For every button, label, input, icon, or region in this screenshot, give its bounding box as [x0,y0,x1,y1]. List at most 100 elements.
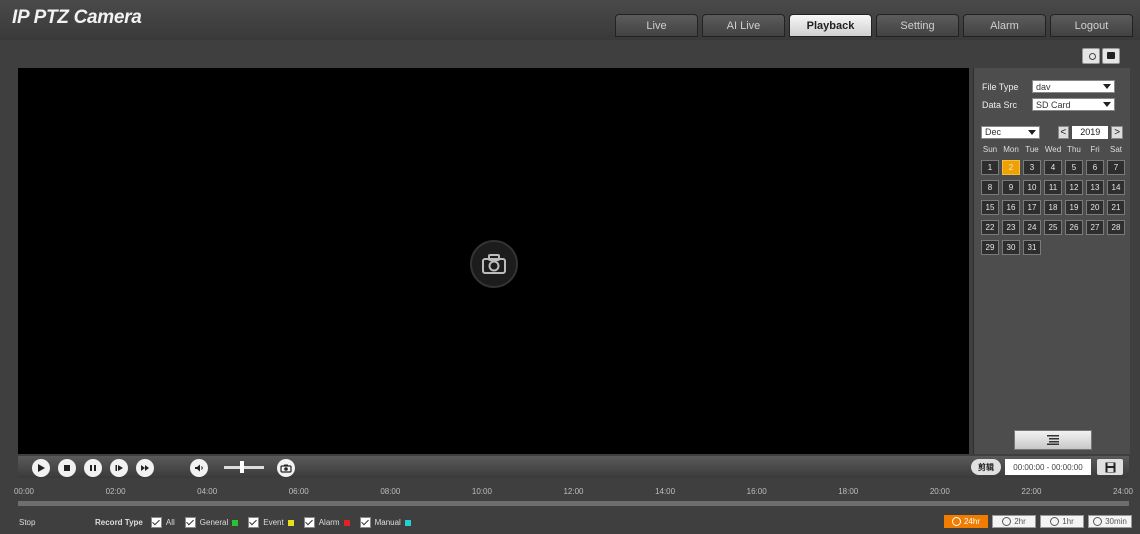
color-swatch [287,519,294,526]
fast-forward-icon [141,465,149,471]
timeline-tick-label: 00:00 [13,487,35,496]
volume-slider-handle[interactable] [240,461,244,473]
clip-time-range[interactable]: 00:00:00 - 00:00:00 [1005,459,1091,475]
calendar-day[interactable]: 5 [1065,160,1083,175]
clock-icon [1002,517,1012,526]
tab-logout[interactable]: Logout [1050,14,1133,37]
fast-forward-button[interactable] [136,459,154,477]
calendar-day[interactable]: 26 [1065,220,1083,235]
weekday-header: Wed [1044,145,1062,154]
snapshot-button[interactable] [277,459,295,477]
timeline: 00:00 02:00 04:00 06:00 08:00 10:00 12:00 14:00… [14,484,1133,510]
tab-playback[interactable]: Playback [789,14,872,37]
calendar-day[interactable]: 21 [1107,200,1125,215]
timeline-bar[interactable] [18,501,1129,506]
stop-button[interactable] [58,459,76,477]
record-type-all-label: All [165,518,175,527]
calendar-day-selected[interactable]: 2 [1002,160,1020,175]
record-type-manual[interactable]: Manual [359,517,411,528]
calendar-day[interactable]: 24 [1023,220,1041,235]
volume-button[interactable] [190,459,208,477]
clip-button[interactable]: 剪辑 [971,459,1001,475]
zoom-1hr-button[interactable]: 1hr [1040,515,1084,528]
play-button[interactable] [32,459,50,477]
pause-button[interactable] [84,459,102,477]
zoom-30min-button[interactable]: 30min [1088,515,1132,528]
calendar-day[interactable]: 25 [1044,220,1062,235]
timeline-tick-label: 10:00 [471,487,492,496]
calendar-day[interactable]: 1 [981,160,999,175]
calendar-day[interactable]: 9 [1002,180,1020,195]
calendar-day[interactable]: 19 [1065,200,1083,215]
zoom-2hr-button[interactable]: 2hr [992,515,1036,528]
weekday-header: Mon [1003,145,1019,154]
save-clip-button[interactable] [1097,459,1123,475]
calendar-day[interactable]: 12 [1065,180,1083,195]
app-title: IP PTZ Camera [12,7,142,28]
camera-icon [470,240,518,288]
calendar-day[interactable]: 11 [1044,180,1062,195]
calendar-day[interactable]: 18 [1044,200,1062,215]
timeline-tick-label: 04:00 [197,487,218,496]
calendar-day[interactable]: 13 [1086,180,1104,195]
calendar-day[interactable]: 31 [1023,240,1041,255]
calendar-day[interactable]: 27 [1086,220,1104,235]
timeline-tick-label: 18:00 [838,487,859,496]
month-select[interactable]: Dec [981,125,1040,139]
calendar-day[interactable]: 28 [1107,220,1125,235]
volume-slider-track[interactable] [224,466,264,469]
calendar-day[interactable]: 6 [1086,160,1104,175]
data-src-row: Data Src SD Card [982,98,1115,111]
file-type-value: dav [1036,81,1051,92]
view-mode-window-icon[interactable] [1102,48,1120,64]
data-src-label: Data Src [982,99,1018,110]
timeline-tick-label: 12:00 [563,487,584,496]
month-value: Dec [985,127,1002,137]
calendar-day[interactable]: 30 [1002,240,1020,255]
prev-year-button[interactable]: < [1057,125,1070,139]
file-list-button[interactable] [1014,430,1092,450]
checkbox[interactable] [359,517,371,528]
checkbox[interactable] [184,517,196,528]
slow-play-icon [115,465,123,471]
calendar-day[interactable]: 14 [1107,180,1125,195]
list-icon [1047,435,1059,445]
tab-ai-live[interactable]: AI Live [702,14,785,37]
timeline-tick-label: 20:00 [929,487,950,496]
toolbar [0,40,1140,68]
weekday-header: Thu [1067,145,1081,154]
calendar-day[interactable]: 23 [1002,220,1020,235]
calendar-day[interactable]: 4 [1044,160,1062,175]
view-mode-settings-icon[interactable] [1082,48,1100,64]
calendar-header: Dec < 2019 > [981,125,1123,139]
calendar-day[interactable]: 10 [1023,180,1041,195]
calendar-day[interactable]: 17 [1023,200,1041,215]
calendar-day[interactable]: 20 [1086,200,1104,215]
zoom-24hr-button[interactable]: 24hr [944,515,988,528]
tab-live[interactable]: Live [615,14,698,37]
calendar-day[interactable]: 8 [981,180,999,195]
weekday-header: Sat [1109,145,1122,154]
playback-controls: 剪辑 00:00:00 - 00:00:00 [18,456,1129,478]
slow-play-button[interactable] [110,459,128,477]
checkbox[interactable] [150,517,162,528]
tab-alarm[interactable]: Alarm [963,14,1046,37]
chevron-down-icon [1103,102,1111,107]
file-type-select[interactable]: dav [1032,80,1115,93]
calendar-day[interactable]: 15 [981,200,999,215]
checkbox[interactable] [248,517,260,528]
record-type-all[interactable]: All [150,517,175,528]
calendar-day[interactable]: 7 [1107,160,1125,175]
data-src-select[interactable]: SD Card [1032,98,1115,111]
calendar-day[interactable]: 16 [1002,200,1020,215]
record-type-alarm[interactable]: Alarm [303,517,350,528]
record-type-general[interactable]: General [184,517,239,528]
tab-setting[interactable]: Setting [876,14,959,37]
calendar-day[interactable]: 22 [981,220,999,235]
calendar-day[interactable]: 29 [981,240,999,255]
record-type-event[interactable]: Event [248,517,294,528]
checkbox[interactable] [303,517,315,528]
calendar-day[interactable]: 3 [1023,160,1041,175]
next-year-button[interactable]: > [1111,125,1123,139]
video-player[interactable] [18,68,969,454]
